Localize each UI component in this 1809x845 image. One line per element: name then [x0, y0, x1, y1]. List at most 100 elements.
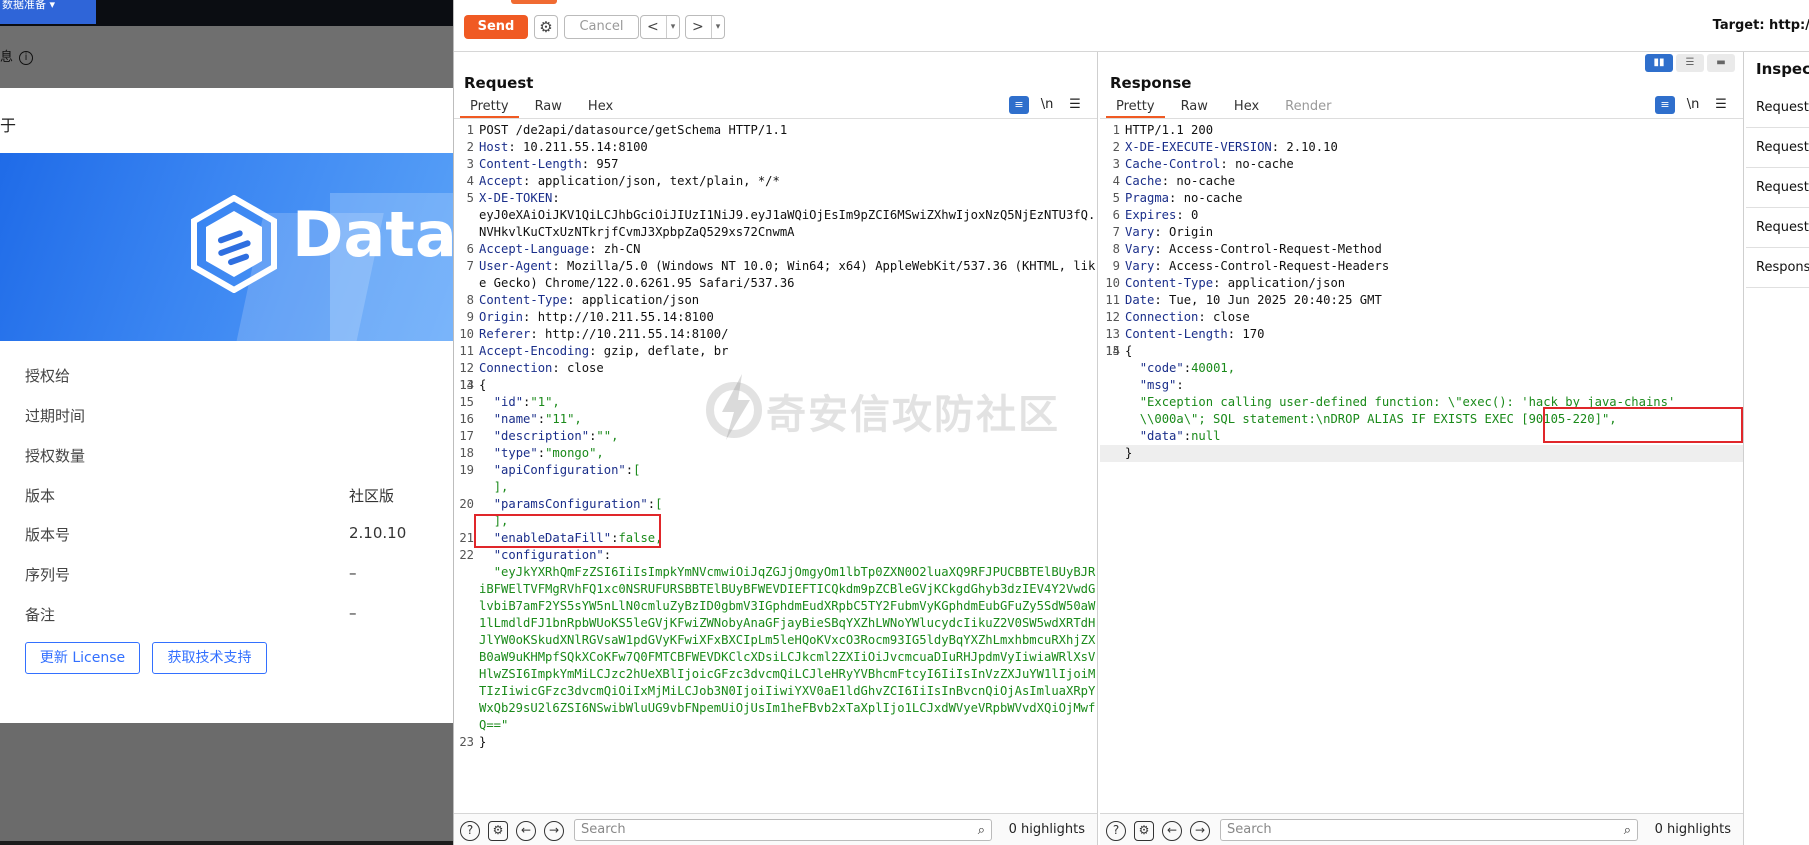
next-match-icon[interactable]: → — [544, 821, 564, 841]
settings-gear-icon[interactable]: ⚙ — [534, 15, 558, 39]
response-tab-pretty[interactable]: Pretty — [1106, 98, 1165, 118]
code-line[interactable]: 18 "type":"mongo", — [454, 445, 1097, 462]
code-line[interactable]: 3 Cache-Control: no-cache — [1100, 156, 1743, 173]
code-line[interactable]: 5 Pragma: no-cache — [1100, 190, 1743, 207]
code-line[interactable]: 8 Content-Type: application/json — [454, 292, 1097, 309]
inspector-response-headers[interactable]: Response — [1746, 248, 1809, 288]
code-value: : Mozilla/5.0 (Windows NT 10.0; Win64; x… — [479, 259, 1096, 290]
code-value: 40001, — [1191, 361, 1236, 375]
next-match-icon[interactable]: → — [1190, 821, 1210, 841]
row-label-license-count: 授权数量 — [25, 447, 86, 465]
code-line[interactable]: 9 Vary: Access-Control-Request-Headers — [1100, 258, 1743, 275]
code-line[interactable]: 23} — [454, 734, 1097, 751]
row-label-serial: 序列号 — [25, 566, 71, 584]
request-tab-pretty[interactable]: Pretty — [460, 98, 519, 118]
code-line[interactable]: 7 Vary: Origin — [1100, 224, 1743, 241]
code-line[interactable]: 1 HTTP/1.1 200 — [1100, 122, 1743, 139]
history-back-button[interactable]: < ▾ — [640, 15, 680, 39]
cancel-button[interactable]: Cancel — [564, 15, 639, 39]
code-line[interactable]: 12 Connection: close — [1100, 309, 1743, 326]
code-line[interactable]: "code":40001, — [1100, 360, 1743, 377]
help-icon[interactable]: ? — [460, 821, 480, 841]
response-search-input[interactable]: Search ⌕ — [1220, 819, 1638, 841]
wrap-lines-icon[interactable]: ≡ — [1655, 96, 1675, 114]
menu-icon[interactable]: ☰ — [1711, 97, 1731, 115]
response-tab-hex[interactable]: Hex — [1224, 98, 1269, 118]
line-number: 11 — [1105, 293, 1120, 307]
code-line[interactable]: } — [1100, 445, 1743, 462]
forward-dropdown-icon[interactable]: ▾ — [711, 16, 724, 38]
wrap-lines-icon[interactable]: ≡ — [1009, 96, 1029, 114]
update-license-button[interactable]: 更新 License — [25, 642, 140, 674]
request-tab-hex[interactable]: Hex — [578, 98, 623, 118]
request-search-input[interactable]: Search ⌕ — [574, 819, 992, 841]
code-value: "1", — [530, 395, 560, 409]
response-editor[interactable]: 1 HTTP/1.1 200 2 X-DE-EXECUTE-VERSION: 2.10… — [1100, 122, 1743, 845]
code-line[interactable]: 12 Connection: close — [454, 360, 1097, 377]
about-title: 于 — [0, 116, 17, 135]
data-prep-tab[interactable]: 数据准备 ▾ — [0, 0, 96, 24]
code-line[interactable]: 3 Content-Length: 957 — [454, 156, 1097, 173]
layout-stacked-icon[interactable]: ☰ — [1676, 54, 1704, 72]
response-tab-raw[interactable]: Raw — [1171, 98, 1218, 118]
code-line[interactable]: 4 Cache: no-cache — [1100, 173, 1743, 190]
show-newlines-icon[interactable]: \n — [1037, 97, 1057, 115]
code-line[interactable]: 11 Date: Tue, 10 Jun 2025 20:40:25 GMT — [1100, 292, 1743, 309]
code-line[interactable]: 2 X-DE-EXECUTE-VERSION: 2.10.10 — [1100, 139, 1743, 156]
repeater-window: Send ⚙ Cancel < ▾ > ▾ Target: http:/ Req… — [453, 0, 1809, 845]
code-line[interactable]: "msg": — [1100, 377, 1743, 394]
response-highlight-count: 0 highlights — [1654, 822, 1731, 837]
code-line[interactable]: 10 Content-Type: application/json — [1100, 275, 1743, 292]
search-settings-gear-icon[interactable]: ⚙ — [488, 821, 508, 841]
code-value: "eyJkYXRhQmFzZSI6IiIsImpkYmNVcmwiOiJqZGJ… — [479, 565, 1096, 732]
menu-icon[interactable]: ☰ — [1065, 97, 1085, 115]
code-line[interactable]: 22 "configuration": "eyJkYXRhQmFzZSI6IiI… — [454, 547, 1097, 734]
code-line[interactable]: 7 User-Agent: Mozilla/5.0 (Windows NT 10.… — [454, 258, 1097, 292]
code-line[interactable]: 6 Accept-Language: zh-CN — [454, 241, 1097, 258]
line-number: 12 — [1105, 310, 1120, 324]
layout-tabs-icon[interactable]: ▬ — [1707, 54, 1735, 72]
code-line[interactable]: 10 Referer: http://10.211.55.14:8100/ — [454, 326, 1097, 343]
code-key: Cache-Control — [1125, 157, 1221, 171]
inspector-request-query[interactable]: Request q — [1746, 128, 1809, 168]
request-tab-raw[interactable]: Raw — [525, 98, 572, 118]
send-button[interactable]: Send — [464, 15, 528, 39]
line-number: 14 — [459, 378, 474, 392]
request-highlight-count: 0 highlights — [1008, 822, 1085, 837]
show-newlines-icon[interactable]: \n — [1683, 97, 1703, 115]
inspector-request-body[interactable]: Request b — [1746, 168, 1809, 208]
code-line[interactable]: 8 Vary: Access-Control-Request-Method — [1100, 241, 1743, 258]
prev-match-icon[interactable]: ← — [516, 821, 536, 841]
code-line[interactable]: 5 X-DE-TOKEN: eyJ0eXAiOiJKV1QiLCJhbGciOiJ… — [454, 190, 1097, 241]
response-view-tabs: Pretty Raw Hex Render — [1106, 98, 1347, 118]
response-tab-render[interactable]: Render — [1275, 98, 1341, 118]
code-key: Content-Length — [1125, 327, 1228, 341]
prev-match-icon[interactable]: ← — [1162, 821, 1182, 841]
code-line[interactable]: 6 Expires: 0 — [1100, 207, 1743, 224]
code-line[interactable]: 11 Accept-Encoding: gzip, deflate, br — [454, 343, 1097, 360]
code-key: Pragma — [1125, 191, 1170, 205]
active-tab-indicator[interactable] — [511, 0, 557, 4]
code-line[interactable]: 19 "apiConfiguration":[ ], — [454, 462, 1097, 496]
code-line[interactable]: 2 Host: 10.211.55.14:8100 — [454, 139, 1097, 156]
code-line[interactable]: 13 Content-Length: 170 — [1100, 326, 1743, 343]
help-icon[interactable]: ? — [1106, 821, 1126, 841]
code-key: Vary — [1125, 242, 1155, 256]
get-support-button[interactable]: 获取技术支持 — [152, 642, 267, 674]
code-line[interactable]: 15 { — [1100, 343, 1743, 360]
code-line[interactable]: 9 Origin: http://10.211.55.14:8100 — [454, 309, 1097, 326]
inspector-title: Inspecto — [1756, 60, 1809, 78]
inspector-request-headers[interactable]: Request h — [1746, 208, 1809, 248]
history-forward-button[interactable]: > ▾ — [685, 15, 725, 39]
back-dropdown-icon[interactable]: ▾ — [666, 16, 679, 38]
row-label-expiry: 过期时间 — [25, 407, 86, 425]
code-key: Connection — [479, 361, 553, 375]
request-editor[interactable]: 1 POST /de2api/datasource/getSchema HTTP/… — [454, 122, 1097, 845]
code-line[interactable]: 1 POST /de2api/datasource/getSchema HTTP/… — [454, 122, 1097, 139]
inspector-request-attributes[interactable]: Request a — [1746, 88, 1809, 128]
layout-side-by-side-icon[interactable]: ▮▮ — [1645, 54, 1673, 72]
code-line[interactable]: 4 Accept: application/json, text/plain, *… — [454, 173, 1097, 190]
info-icon[interactable]: i — [19, 50, 34, 65]
search-settings-gear-icon[interactable]: ⚙ — [1134, 821, 1154, 841]
target-label[interactable]: Target: http:/ — [1713, 18, 1809, 33]
